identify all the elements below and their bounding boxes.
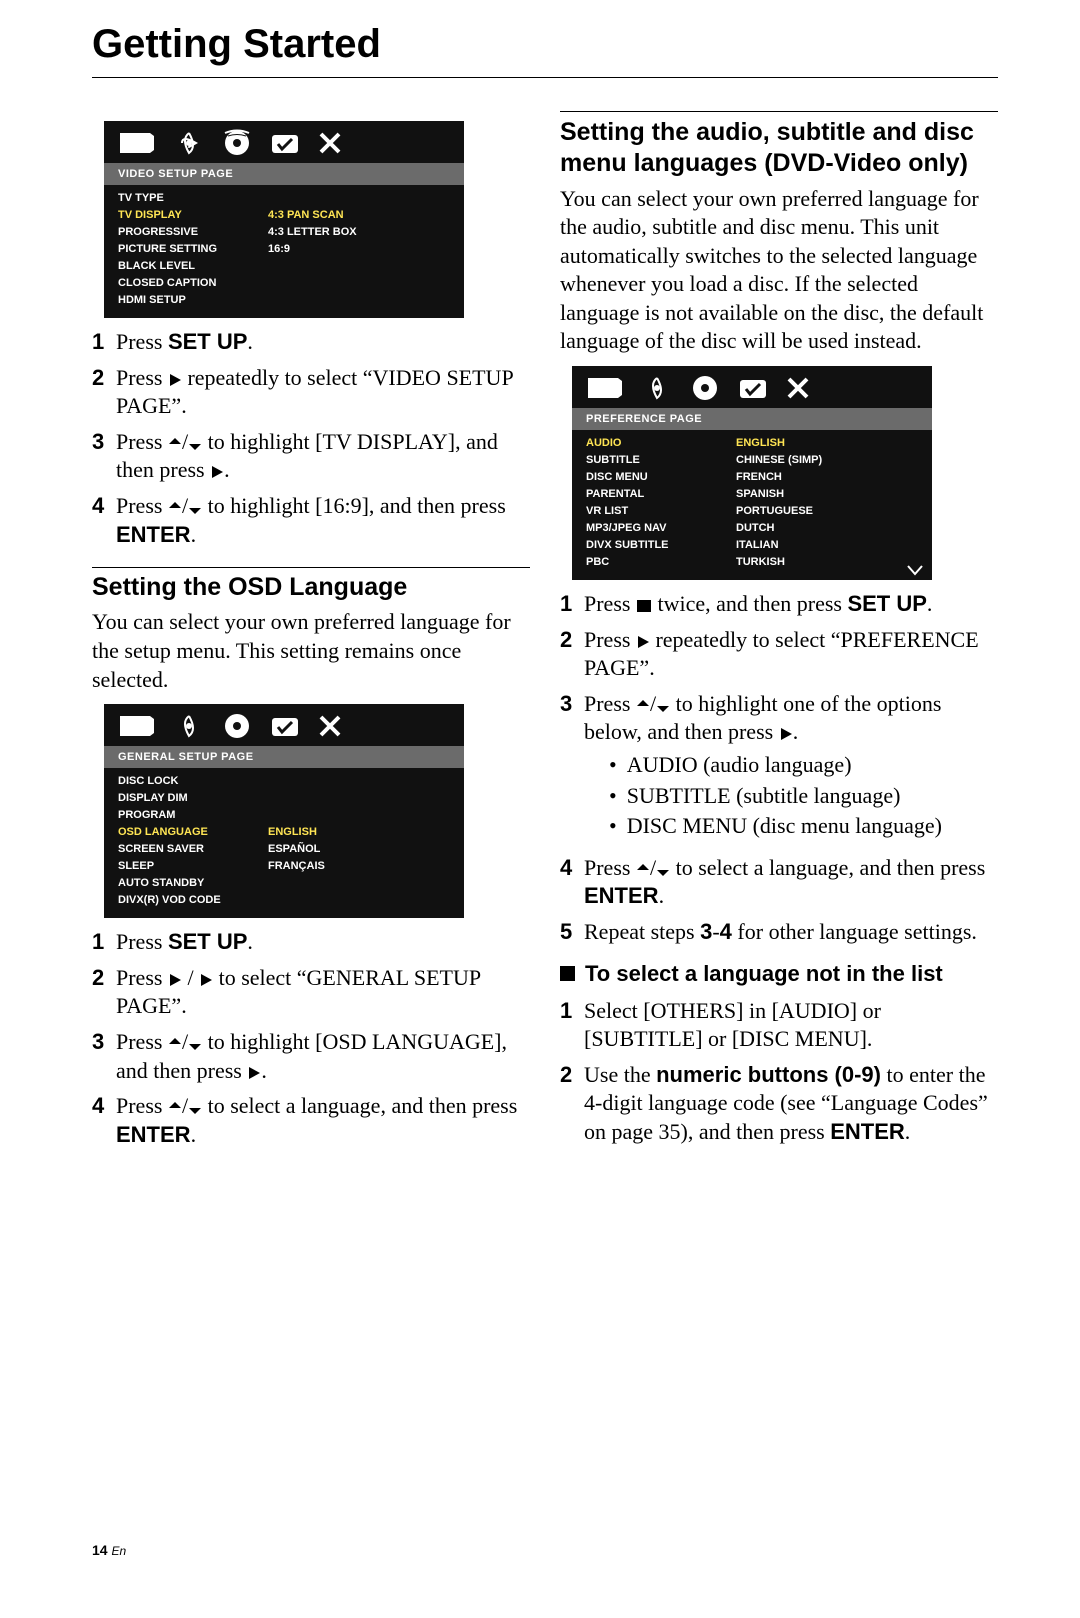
osd-video-setup: VIDEO SETUP PAGE TV TYPETV DISPLAY4:3 PA… — [104, 121, 464, 318]
osd-row: TV TYPE — [118, 189, 454, 206]
left-column: VIDEO SETUP PAGE TV TYPETV DISPLAY4:3 PA… — [92, 111, 530, 1156]
section-para: You can select your own preferred langua… — [560, 185, 998, 357]
osd-row: PROGRESSIVE4:3 LETTER BOX — [118, 223, 454, 240]
step-item: 3Press / to highlight one of the options… — [560, 690, 998, 847]
step-item: 4Press / to select a language, and then … — [560, 854, 998, 911]
osd-header: VIDEO SETUP PAGE — [104, 163, 464, 185]
osd-row: DISC LOCK — [118, 772, 454, 789]
osd-row: DISC MENUFRENCH — [586, 468, 922, 485]
audio-icon — [174, 131, 204, 155]
step-item: 2Press / to select “GENERAL SETUP PAGE”. — [92, 964, 530, 1021]
osd-row: SCREEN SAVERESPAÑOL — [118, 840, 454, 857]
osd-row: PBCTURKISH — [586, 553, 922, 570]
osd-row: MP3/JPEG NAVDUTCH — [586, 519, 922, 536]
step-item: 2Press repeatedly to select “VIDEO SETUP… — [92, 364, 530, 421]
osd-row: SUBTITLECHINESE (SIMP) — [586, 451, 922, 468]
bullet-list: AUDIO (audio language)SUBTITLE (subtitle… — [584, 750, 998, 842]
osd-tab-icons — [104, 704, 464, 746]
osd-row: HDMI SETUP — [118, 291, 454, 308]
step-item: 2Press repeatedly to select “PREFERENCE … — [560, 626, 998, 683]
osd-row: PARENTALSPANISH — [586, 485, 922, 502]
osd-row: VR LISTPORTUGUESE — [586, 502, 922, 519]
monitor-icon — [586, 376, 624, 400]
disc-icon — [222, 129, 252, 157]
list-item: SUBTITLE (subtitle language) — [609, 781, 998, 812]
list-item: AUDIO (audio language) — [609, 750, 998, 781]
osd-row: AUDIOENGLISH — [586, 434, 922, 451]
osd-row: SLEEPFRANÇAIS — [118, 857, 454, 874]
square-bullet-icon — [560, 966, 575, 981]
osd-header: GENERAL SETUP PAGE — [104, 746, 464, 768]
osd-row: BLACK LEVEL — [118, 257, 454, 274]
osd-header: PREFERENCE PAGE — [572, 408, 932, 430]
scroll-down-icon — [906, 564, 924, 576]
osd-row: DIVX(R) VOD CODE — [118, 891, 454, 908]
sub-section-heading: To select a language not in the list — [560, 961, 998, 987]
page-footer: 14 En — [92, 1542, 126, 1558]
x-icon — [786, 376, 810, 400]
monitor-icon — [118, 714, 156, 738]
section-heading: Setting the audio, subtitle and disc men… — [560, 117, 998, 180]
steps-list: 1Select [OTHERS] in [AUDIO] or [SUBTITLE… — [560, 997, 998, 1147]
check-icon — [270, 714, 300, 738]
osd-general-setup: GENERAL SETUP PAGE DISC LOCKDISPLAY DIMP… — [104, 704, 464, 918]
list-item: DISC MENU (disc menu language) — [609, 811, 998, 842]
osd-row: PROGRAM — [118, 806, 454, 823]
monitor-icon — [118, 131, 156, 155]
check-icon — [270, 131, 300, 155]
section-heading: Setting the OSD Language — [92, 567, 530, 603]
osd-tab-icons — [572, 366, 932, 408]
disc-icon — [222, 712, 252, 740]
step-item: 1Press SET UP. — [92, 328, 530, 357]
page-title: Getting Started — [92, 22, 998, 78]
osd-tab-icons — [104, 121, 464, 163]
step-item: 3Press / to highlight [TV DISPLAY], and … — [92, 428, 530, 485]
osd-row: PICTURE SETTING16:9 — [118, 240, 454, 257]
audio-icon — [642, 376, 672, 400]
section-para: You can select your own preferred langua… — [92, 608, 530, 694]
step-item: 5Repeat steps 3-4 for other language set… — [560, 918, 998, 947]
step-item: 4Press / to highlight [16:9], and then p… — [92, 492, 530, 549]
steps-list: 1Press twice, and then press SET UP. 2Pre… — [560, 590, 998, 947]
osd-row: CLOSED CAPTION — [118, 274, 454, 291]
disc-icon — [690, 374, 720, 402]
step-item: 1Select [OTHERS] in [AUDIO] or [SUBTITLE… — [560, 997, 998, 1054]
steps-list: 1Press SET UP. 2Press repeatedly to selec… — [92, 328, 530, 549]
steps-list: 1Press SET UP. 2Press / to select “GENERA… — [92, 928, 530, 1149]
step-item: 4Press / to select a language, and then … — [92, 1092, 530, 1149]
x-icon — [318, 714, 342, 738]
osd-row: TV DISPLAY4:3 PAN SCAN — [118, 206, 454, 223]
osd-row: DISPLAY DIM — [118, 789, 454, 806]
step-item: 1Press SET UP. — [92, 928, 530, 957]
osd-row: DIVX SUBTITLEITALIAN — [586, 536, 922, 553]
step-item: 2Use the numeric buttons (0-9) to enter … — [560, 1061, 998, 1147]
osd-preference: PREFERENCE PAGE AUDIOENGLISHSUBTITLECHIN… — [572, 366, 932, 580]
x-icon — [318, 131, 342, 155]
osd-row: OSD LANGUAGEENGLISH — [118, 823, 454, 840]
right-column: Setting the audio, subtitle and disc men… — [560, 111, 998, 1156]
step-item: 3Press / to highlight [OSD LANGUAGE], an… — [92, 1028, 530, 1085]
osd-row: AUTO STANDBY — [118, 874, 454, 891]
check-icon — [738, 376, 768, 400]
step-item: 1Press twice, and then press SET UP. — [560, 590, 998, 619]
audio-icon — [174, 714, 204, 738]
